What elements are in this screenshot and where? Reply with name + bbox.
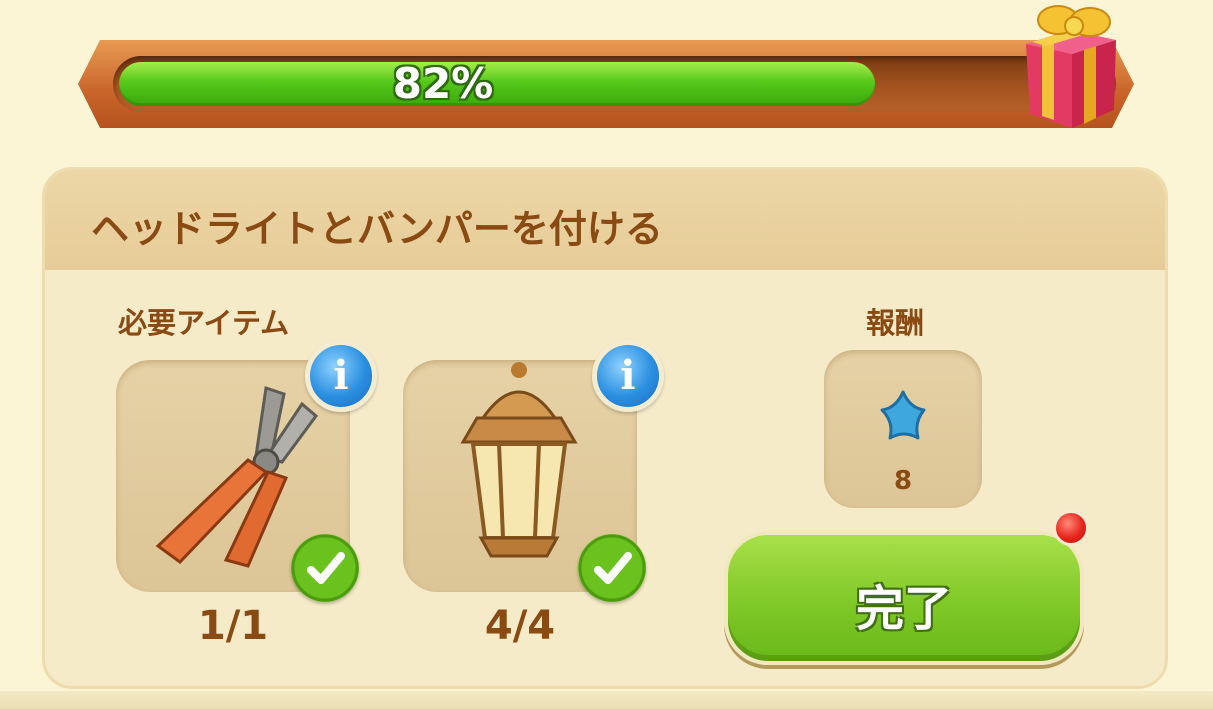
complete-button-label: 完了 bbox=[855, 581, 952, 637]
gift-icon[interactable] bbox=[1012, 0, 1124, 130]
bottom-strip bbox=[0, 691, 1213, 709]
notification-dot bbox=[1053, 510, 1089, 546]
info-button-lantern[interactable]: i bbox=[592, 340, 664, 412]
complete-button[interactable]: 完了 bbox=[724, 531, 1084, 665]
reward-label: 報酬 bbox=[866, 306, 925, 340]
required-items-label: 必要アイテム bbox=[118, 306, 290, 340]
reward-amount: 8 bbox=[893, 466, 913, 496]
item-count-pliers: 1/1 bbox=[197, 603, 269, 649]
check-icon bbox=[578, 534, 646, 602]
task-title: ヘッドライトとバンパーを付ける bbox=[91, 207, 663, 251]
info-button-pliers[interactable]: i bbox=[305, 340, 377, 412]
item-count-lantern: 4/4 bbox=[484, 603, 556, 649]
progress-percent: 82% bbox=[392, 59, 494, 108]
check-icon bbox=[291, 534, 359, 602]
